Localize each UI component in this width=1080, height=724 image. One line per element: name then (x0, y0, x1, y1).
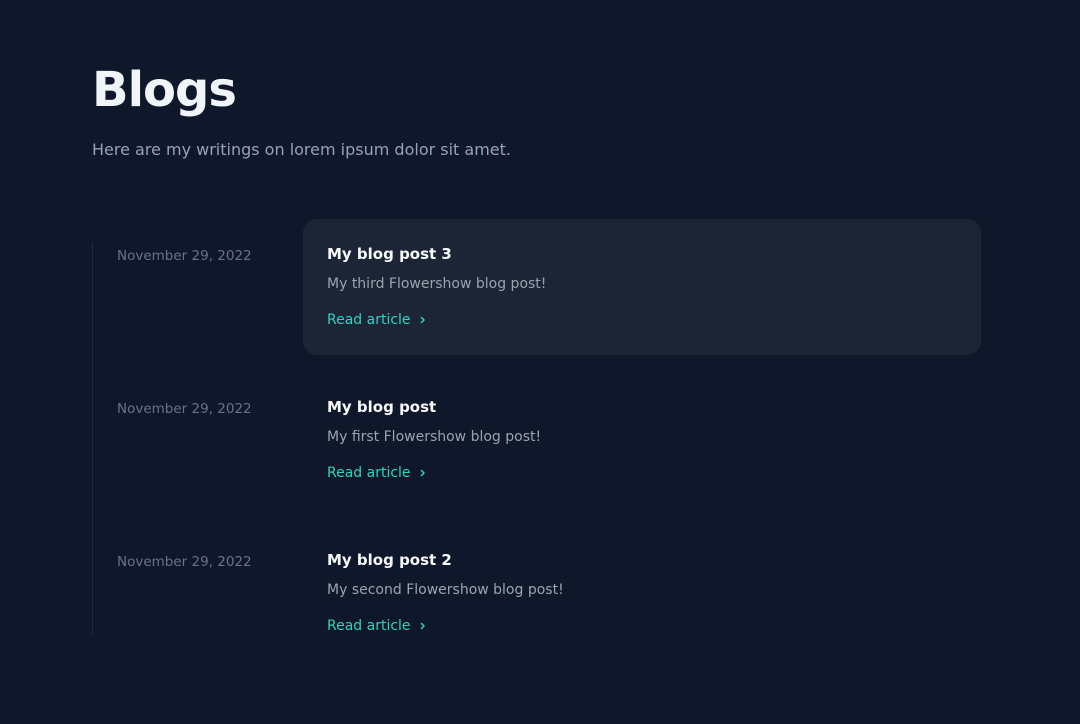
post-excerpt: My second Flowershow blog post! (327, 582, 564, 598)
blog-post-card: My blog post My first Flowershow blog po… (303, 372, 981, 508)
timeline-divider (92, 242, 93, 636)
post-title[interactable]: My blog post 3 (327, 243, 452, 265)
chevron-right-icon (419, 468, 427, 478)
chevron-right-icon (419, 315, 427, 325)
read-article-link[interactable]: Read article (327, 310, 427, 330)
blog-page: Blogs Here are my writings on lorem ipsu… (0, 0, 1080, 724)
post-date: November 29, 2022 (117, 401, 252, 417)
post-date: November 29, 2022 (117, 554, 252, 570)
read-article-label: Read article (327, 618, 411, 634)
blog-post-card: My blog post 2 My second Flowershow blog… (303, 525, 981, 661)
page-subtitle: Here are my writings on lorem ipsum dolo… (92, 140, 511, 159)
post-title[interactable]: My blog post 2 (327, 549, 452, 571)
page-title: Blogs (92, 62, 237, 118)
post-title[interactable]: My blog post (327, 396, 436, 418)
chevron-right-icon (419, 621, 427, 631)
post-excerpt: My first Flowershow blog post! (327, 429, 542, 445)
read-article-label: Read article (327, 465, 411, 481)
post-excerpt: My third Flowershow blog post! (327, 276, 547, 292)
read-article-link[interactable]: Read article (327, 616, 427, 636)
read-article-label: Read article (327, 312, 411, 328)
post-date: November 29, 2022 (117, 248, 252, 264)
read-article-link[interactable]: Read article (327, 463, 427, 483)
blog-post-card: My blog post 3 My third Flowershow blog … (303, 219, 981, 355)
